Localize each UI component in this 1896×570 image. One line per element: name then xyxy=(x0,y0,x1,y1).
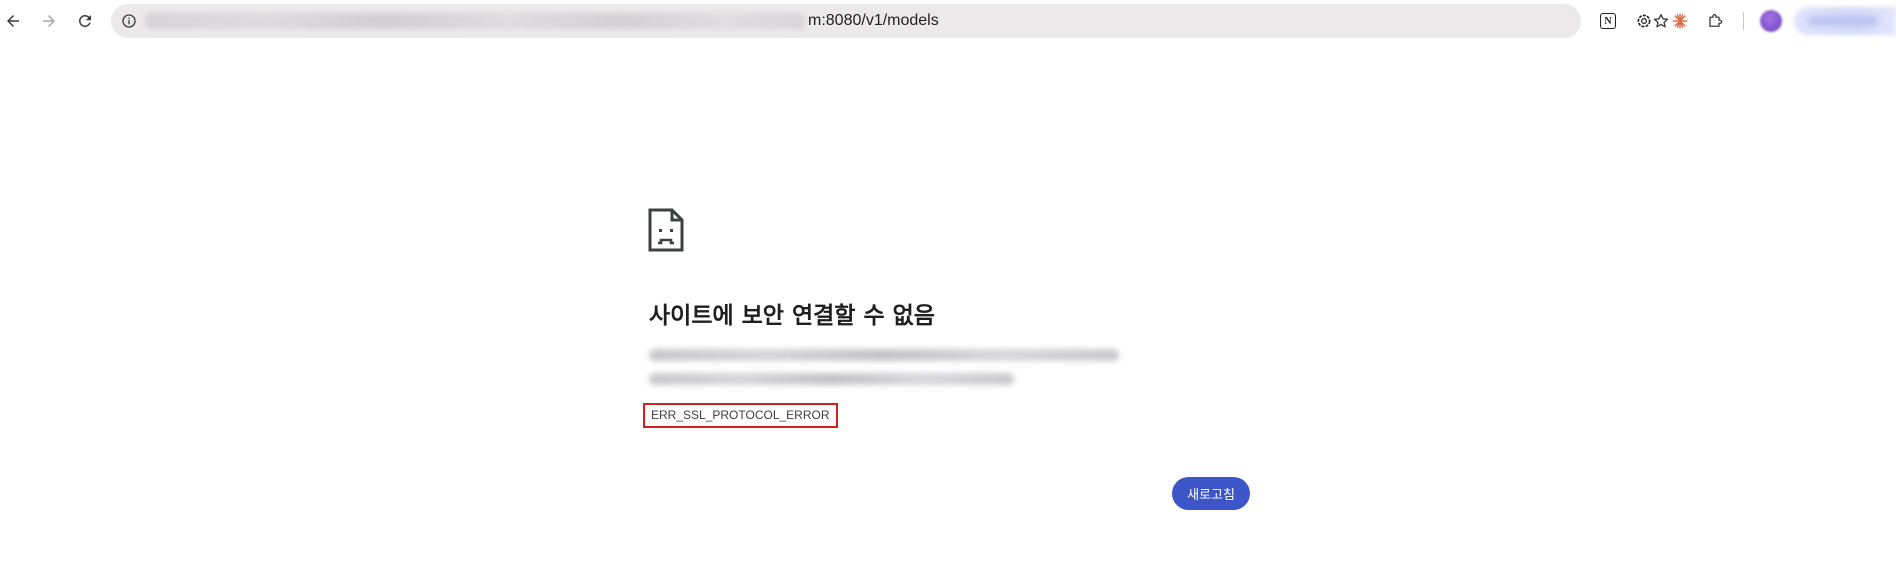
profile-avatar[interactable] xyxy=(1760,10,1782,32)
profile-chip-redacted[interactable] xyxy=(1794,7,1896,35)
error-code: ERR_SSL_PROTOCOL_ERROR xyxy=(643,403,838,428)
openai-extension-icon[interactable] xyxy=(1632,9,1656,33)
site-info-icon[interactable] xyxy=(119,11,139,31)
extensions-puzzle-icon[interactable] xyxy=(1704,9,1728,33)
browser-toolbar: m:8080/v1/models N xyxy=(0,0,1896,42)
forward-button[interactable] xyxy=(37,9,61,33)
url-text: m:8080/v1/models xyxy=(808,12,939,29)
back-button[interactable] xyxy=(1,9,25,33)
address-bar[interactable]: m:8080/v1/models xyxy=(111,4,1669,38)
reload-page-button[interactable] xyxy=(73,9,97,33)
error-description-redacted xyxy=(649,373,1014,385)
arrow-left-icon xyxy=(7,15,19,27)
error-description-redacted xyxy=(649,349,1119,361)
toolbar-divider xyxy=(1743,12,1744,30)
refresh-icon xyxy=(78,14,91,27)
url-redacted xyxy=(145,13,805,29)
claude-extension-icon[interactable] xyxy=(1668,9,1692,33)
error-title: 사이트에 보안 연결할 수 없음 xyxy=(649,303,935,329)
arrow-right-icon xyxy=(43,15,55,27)
notion-extension-icon[interactable]: N xyxy=(1596,9,1620,33)
reload-button[interactable]: 새로고침 xyxy=(1172,477,1250,510)
sad-document-icon xyxy=(648,208,684,252)
